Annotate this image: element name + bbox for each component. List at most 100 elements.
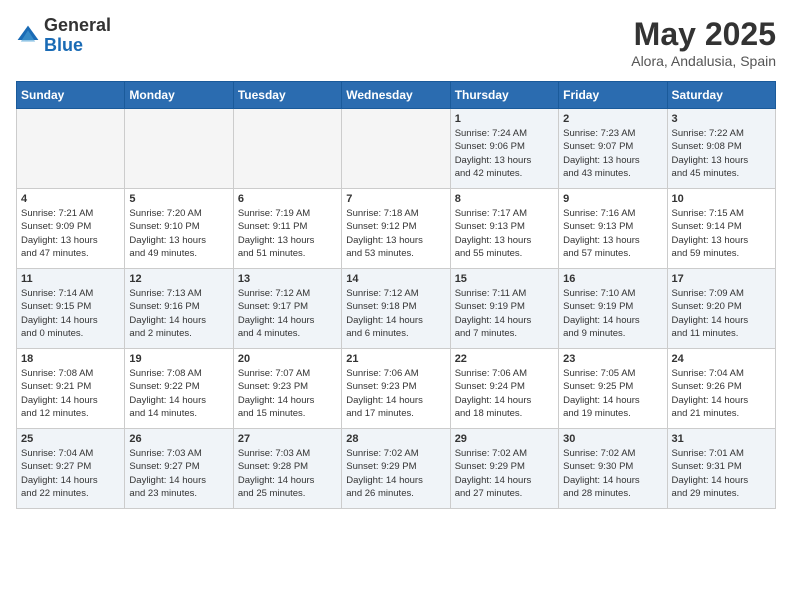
day-info: Sunrise: 7:04 AM Sunset: 9:26 PM Dayligh… [672, 367, 771, 420]
calendar-cell: 21 Sunrise: 7:06 AM Sunset: 9:23 PM Dayli… [342, 349, 450, 429]
day-number: 20 [238, 353, 337, 365]
day-number: 15 [455, 273, 554, 285]
day-number: 31 [672, 433, 771, 445]
logo-blue: Blue [44, 36, 111, 56]
calendar-cell: 7 Sunrise: 7:18 AM Sunset: 9:12 PM Daylig… [342, 189, 450, 269]
weekday-header-friday: Friday [559, 82, 667, 109]
calendar-week-row: 11 Sunrise: 7:14 AM Sunset: 9:15 PM Dayli… [17, 269, 776, 349]
logo-text: General Blue [44, 16, 111, 56]
day-number: 22 [455, 353, 554, 365]
weekday-header-monday: Monday [125, 82, 233, 109]
day-info: Sunrise: 7:02 AM Sunset: 9:29 PM Dayligh… [455, 447, 554, 500]
calendar-cell: 8 Sunrise: 7:17 AM Sunset: 9:13 PM Daylig… [450, 189, 558, 269]
day-info: Sunrise: 7:06 AM Sunset: 9:24 PM Dayligh… [455, 367, 554, 420]
day-info: Sunrise: 7:24 AM Sunset: 9:06 PM Dayligh… [455, 127, 554, 180]
day-number: 3 [672, 113, 771, 125]
calendar-cell: 10 Sunrise: 7:15 AM Sunset: 9:14 PM Dayli… [667, 189, 775, 269]
day-info: Sunrise: 7:01 AM Sunset: 9:31 PM Dayligh… [672, 447, 771, 500]
calendar-cell: 17 Sunrise: 7:09 AM Sunset: 9:20 PM Dayli… [667, 269, 775, 349]
calendar-cell: 30 Sunrise: 7:02 AM Sunset: 9:30 PM Dayli… [559, 429, 667, 509]
day-info: Sunrise: 7:19 AM Sunset: 9:11 PM Dayligh… [238, 207, 337, 260]
day-number: 7 [346, 193, 445, 205]
calendar-cell [233, 109, 341, 189]
calendar-cell: 22 Sunrise: 7:06 AM Sunset: 9:24 PM Dayli… [450, 349, 558, 429]
day-info: Sunrise: 7:23 AM Sunset: 9:07 PM Dayligh… [563, 127, 662, 180]
calendar-cell: 27 Sunrise: 7:03 AM Sunset: 9:28 PM Dayli… [233, 429, 341, 509]
calendar-cell: 11 Sunrise: 7:14 AM Sunset: 9:15 PM Dayli… [17, 269, 125, 349]
day-number: 2 [563, 113, 662, 125]
calendar-cell [17, 109, 125, 189]
day-number: 30 [563, 433, 662, 445]
day-number: 27 [238, 433, 337, 445]
day-info: Sunrise: 7:17 AM Sunset: 9:13 PM Dayligh… [455, 207, 554, 260]
day-info: Sunrise: 7:07 AM Sunset: 9:23 PM Dayligh… [238, 367, 337, 420]
day-number: 10 [672, 193, 771, 205]
day-info: Sunrise: 7:12 AM Sunset: 9:18 PM Dayligh… [346, 287, 445, 340]
calendar-week-row: 18 Sunrise: 7:08 AM Sunset: 9:21 PM Dayli… [17, 349, 776, 429]
calendar-cell: 1Sunrise: 7:24 AM Sunset: 9:06 PM Daylig… [450, 109, 558, 189]
day-info: Sunrise: 7:02 AM Sunset: 9:29 PM Dayligh… [346, 447, 445, 500]
day-number: 23 [563, 353, 662, 365]
logo: General Blue [16, 16, 111, 56]
month-year: May 2025 [631, 16, 776, 53]
day-number: 11 [21, 273, 120, 285]
day-number: 8 [455, 193, 554, 205]
day-number: 18 [21, 353, 120, 365]
day-number: 26 [129, 433, 228, 445]
calendar-cell [125, 109, 233, 189]
day-info: Sunrise: 7:04 AM Sunset: 9:27 PM Dayligh… [21, 447, 120, 500]
calendar-cell: 12 Sunrise: 7:13 AM Sunset: 9:16 PM Dayli… [125, 269, 233, 349]
page-header: General Blue May 2025 Alora, Andalusia, … [16, 16, 776, 69]
day-info: Sunrise: 7:21 AM Sunset: 9:09 PM Dayligh… [21, 207, 120, 260]
day-info: Sunrise: 7:13 AM Sunset: 9:16 PM Dayligh… [129, 287, 228, 340]
day-info: Sunrise: 7:22 AM Sunset: 9:08 PM Dayligh… [672, 127, 771, 180]
day-info: Sunrise: 7:08 AM Sunset: 9:21 PM Dayligh… [21, 367, 120, 420]
day-number: 6 [238, 193, 337, 205]
day-info: Sunrise: 7:06 AM Sunset: 9:23 PM Dayligh… [346, 367, 445, 420]
day-number: 12 [129, 273, 228, 285]
calendar-cell: 29Sunrise: 7:02 AM Sunset: 9:29 PM Dayli… [450, 429, 558, 509]
day-info: Sunrise: 7:09 AM Sunset: 9:20 PM Dayligh… [672, 287, 771, 340]
day-info: Sunrise: 7:18 AM Sunset: 9:12 PM Dayligh… [346, 207, 445, 260]
day-number: 16 [563, 273, 662, 285]
day-info: Sunrise: 7:03 AM Sunset: 9:27 PM Dayligh… [129, 447, 228, 500]
weekday-header-saturday: Saturday [667, 82, 775, 109]
calendar-cell: 15Sunrise: 7:11 AM Sunset: 9:19 PM Dayli… [450, 269, 558, 349]
day-info: Sunrise: 7:14 AM Sunset: 9:15 PM Dayligh… [21, 287, 120, 340]
calendar-cell: 28 Sunrise: 7:02 AM Sunset: 9:29 PM Dayli… [342, 429, 450, 509]
weekday-header-row: SundayMondayTuesdayWednesdayThursdayFrid… [17, 82, 776, 109]
calendar-cell: 20 Sunrise: 7:07 AM Sunset: 9:23 PM Dayli… [233, 349, 341, 429]
day-number: 28 [346, 433, 445, 445]
day-info: Sunrise: 7:08 AM Sunset: 9:22 PM Dayligh… [129, 367, 228, 420]
calendar-cell: 19 Sunrise: 7:08 AM Sunset: 9:22 PM Dayli… [125, 349, 233, 429]
calendar-table: SundayMondayTuesdayWednesdayThursdayFrid… [16, 81, 776, 509]
day-number: 9 [563, 193, 662, 205]
weekday-header-sunday: Sunday [17, 82, 125, 109]
calendar-week-row: 1Sunrise: 7:24 AM Sunset: 9:06 PM Daylig… [17, 109, 776, 189]
calendar-cell: 2 Sunrise: 7:23 AM Sunset: 9:07 PM Daylig… [559, 109, 667, 189]
day-number: 17 [672, 273, 771, 285]
day-info: Sunrise: 7:03 AM Sunset: 9:28 PM Dayligh… [238, 447, 337, 500]
calendar-cell: 31 Sunrise: 7:01 AM Sunset: 9:31 PM Dayli… [667, 429, 775, 509]
day-number: 21 [346, 353, 445, 365]
calendar-cell: 25Sunrise: 7:04 AM Sunset: 9:27 PM Dayli… [17, 429, 125, 509]
location: Alora, Andalusia, Spain [631, 53, 776, 69]
logo-icon [16, 24, 40, 48]
weekday-header-thursday: Thursday [450, 82, 558, 109]
title-block: May 2025 Alora, Andalusia, Spain [631, 16, 776, 69]
day-number: 14 [346, 273, 445, 285]
day-info: Sunrise: 7:20 AM Sunset: 9:10 PM Dayligh… [129, 207, 228, 260]
day-info: Sunrise: 7:15 AM Sunset: 9:14 PM Dayligh… [672, 207, 771, 260]
calendar-cell: 23Sunrise: 7:05 AM Sunset: 9:25 PM Dayli… [559, 349, 667, 429]
calendar-cell: 4Sunrise: 7:21 AM Sunset: 9:09 PM Daylig… [17, 189, 125, 269]
calendar-cell: 3 Sunrise: 7:22 AM Sunset: 9:08 PM Daylig… [667, 109, 775, 189]
day-number: 24 [672, 353, 771, 365]
day-info: Sunrise: 7:02 AM Sunset: 9:30 PM Dayligh… [563, 447, 662, 500]
day-number: 19 [129, 353, 228, 365]
calendar-cell [342, 109, 450, 189]
calendar-cell: 9Sunrise: 7:16 AM Sunset: 9:13 PM Daylig… [559, 189, 667, 269]
calendar-cell: 13Sunrise: 7:12 AM Sunset: 9:17 PM Dayli… [233, 269, 341, 349]
calendar-cell: 6 Sunrise: 7:19 AM Sunset: 9:11 PM Daylig… [233, 189, 341, 269]
calendar-cell: 14 Sunrise: 7:12 AM Sunset: 9:18 PM Dayli… [342, 269, 450, 349]
calendar-cell: 16Sunrise: 7:10 AM Sunset: 9:19 PM Dayli… [559, 269, 667, 349]
